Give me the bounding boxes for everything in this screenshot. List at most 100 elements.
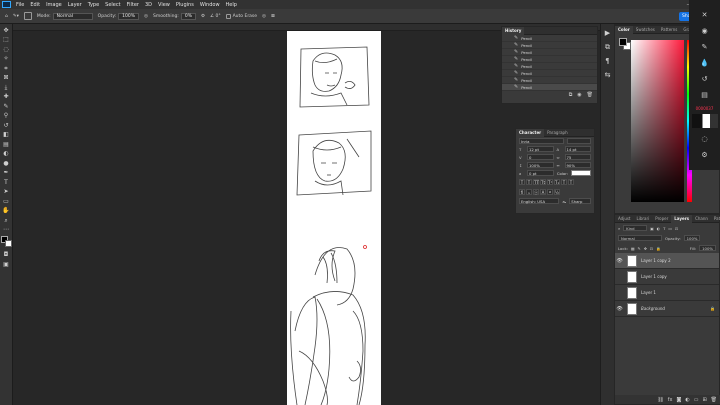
kerning-input[interactable]: 0 [527, 154, 554, 160]
filter-type-icon[interactable]: T [663, 226, 665, 231]
marquee-tool-icon[interactable]: ⬚ [2, 36, 11, 43]
crop-tool-icon[interactable]: ⌗ [2, 65, 11, 72]
language-select[interactable]: English: USA [519, 198, 560, 204]
frame-tool-icon[interactable]: ⊠ [2, 74, 11, 81]
text-color-swatch[interactable] [571, 170, 591, 176]
history-item[interactable]: ✎ Pencil [502, 70, 597, 77]
history-item[interactable]: ✎ Pencil [502, 63, 597, 70]
pencil-tool-preset-icon[interactable]: ✎▾ [13, 14, 19, 19]
settings-icon[interactable]: ⚙ [700, 150, 710, 160]
horizontal-scale-input[interactable]: 90% [564, 162, 591, 168]
brush-size-icon[interactable] [23, 12, 32, 20]
color-wheel-icon[interactable]: ◉ [700, 26, 710, 36]
layer-style-icon[interactable]: fx [668, 397, 673, 403]
new-group-icon[interactable]: ▭ [694, 397, 699, 403]
anti-alias-select[interactable]: Sharp [569, 198, 591, 204]
photoshop-logo-icon[interactable] [2, 1, 11, 8]
layer-row-layer-1-copy[interactable]: Layer 1 copy [615, 269, 719, 285]
fractions-button[interactable]: ½ [554, 189, 560, 195]
tab-paragraph[interactable]: Paragraph [544, 129, 571, 137]
tab-color[interactable]: Color [615, 25, 633, 34]
menu-type[interactable]: Type [85, 2, 102, 8]
paragraph-panel-icon[interactable]: ¶ [603, 57, 612, 66]
mode-select[interactable]: Normal [52, 12, 93, 20]
ordinals-button[interactable]: ª [547, 189, 553, 195]
faux-italic-button[interactable]: T [526, 179, 532, 185]
lock-transparent-icon[interactable]: ▦ [631, 246, 635, 251]
lock-artboard-icon[interactable]: ⊡ [650, 246, 653, 251]
kind-filter-select[interactable]: Kind [623, 225, 648, 231]
small-caps-button[interactable]: Tt [540, 179, 546, 185]
menu-edit[interactable]: Edit [27, 2, 43, 8]
tab-layers[interactable]: Layers [671, 214, 693, 223]
layers-icon[interactable]: ▤ [700, 90, 710, 100]
menu-layer[interactable]: Layer [65, 2, 85, 8]
strikethrough-button[interactable]: T [568, 179, 574, 185]
layer-row-layer-1-copy-2[interactable]: 👁 Layer 1 copy 2 [615, 253, 719, 269]
menu-image[interactable]: Image [43, 2, 65, 8]
close-panel-icon[interactable]: ✕ [700, 10, 710, 20]
filter-adjustment-icon[interactable]: ◐ [657, 226, 660, 231]
new-layer-icon[interactable]: ⊞ [702, 397, 706, 403]
tab-channels[interactable]: Chann [692, 215, 711, 223]
history-item[interactable]: ✎ Pencil [502, 77, 597, 84]
more-tools-icon[interactable]: ⋯ [2, 226, 11, 233]
filter-shape-icon[interactable]: ▭ [668, 226, 672, 231]
brush-tool-icon[interactable]: ✎ [2, 103, 11, 110]
drop-icon[interactable]: 💧 [700, 58, 710, 68]
history-item[interactable]: ✎ Pencil [502, 56, 597, 63]
symmetry-icon[interactable]: ⊠ [271, 14, 275, 19]
zoom-tool-icon[interactable]: ⌕ [2, 217, 11, 224]
screen-mode-icon[interactable]: ▣ [2, 261, 11, 268]
new-document-from-state-icon[interactable]: ⧉ [569, 92, 573, 98]
menu-plugins[interactable]: Plugins [173, 2, 197, 8]
underline-button[interactable]: T [561, 179, 567, 185]
color-foreground-swatch[interactable] [619, 38, 627, 46]
smoothing-input[interactable]: 0% [180, 12, 196, 20]
layer-opacity-input[interactable]: 100% [683, 235, 701, 241]
stylistic-alternates-button[interactable]: ⓐ [533, 189, 539, 195]
healing-brush-tool-icon[interactable]: ✚ [2, 93, 11, 100]
color-preview-swatch[interactable] [691, 114, 718, 128]
link-layers-icon[interactable]: ⛓ [657, 397, 663, 403]
quick-mask-icon[interactable]: ◘ [2, 251, 11, 258]
adjust-icon[interactable]: ⇆ [603, 71, 612, 80]
ligature-button[interactable]: ﬁ [519, 189, 525, 195]
history-icon[interactable]: ↺ [700, 74, 710, 84]
menu-select[interactable]: Select [102, 2, 123, 8]
shape-tool-icon[interactable]: ▭ [2, 198, 11, 205]
smoothing-gear-icon[interactable]: ⚙ [201, 14, 205, 19]
play-action-icon[interactable]: ▶ [603, 29, 612, 38]
document-canvas[interactable] [287, 31, 381, 405]
eyedropper-tool-icon[interactable]: ⤓ [2, 84, 11, 91]
history-item[interactable]: ✎ Pencil [502, 49, 597, 56]
history-item-selected[interactable]: ✎ Pencil [502, 84, 597, 91]
blur-tool-icon[interactable]: ◐ [2, 150, 11, 157]
blend-mode-select[interactable]: Normal [618, 235, 662, 241]
snapshot-camera-icon[interactable]: ◉ [577, 92, 581, 98]
titling-button[interactable]: A [540, 189, 546, 195]
brush-icon[interactable]: ✎ [700, 42, 710, 52]
adjustment-layer-icon[interactable]: ◐ [685, 397, 689, 403]
background-color-swatch[interactable] [4, 240, 12, 247]
magic-wand-tool-icon[interactable]: ✧ [2, 55, 11, 62]
subscript-button[interactable]: T₁ [554, 179, 560, 185]
gradient-tool-icon[interactable]: ▤ [2, 141, 11, 148]
tab-adjustments[interactable]: Adjust [615, 215, 634, 223]
path-selection-tool-icon[interactable]: ➤ [2, 188, 11, 195]
type-tool-icon[interactable]: T [2, 179, 11, 186]
swash-button[interactable]: ℴ [526, 189, 532, 195]
tab-paths[interactable]: Paths [711, 215, 720, 223]
visibility-eye-icon[interactable]: 👁 [615, 258, 624, 264]
font-size-input[interactable]: 12 pt [527, 146, 554, 152]
menu-window[interactable]: Window [197, 2, 223, 8]
history-item[interactable]: ✎ Pencil [502, 35, 597, 42]
tab-libraries[interactable]: Librari [634, 215, 653, 223]
font-style-select[interactable] [567, 138, 591, 144]
fill-input[interactable]: 100% [699, 245, 716, 251]
tab-character[interactable]: Character [516, 128, 545, 137]
delete-state-icon[interactable]: 🗑 [587, 92, 593, 98]
auto-erase-checkbox[interactable]: Auto Erase [225, 13, 257, 19]
menu-help[interactable]: Help [223, 2, 240, 8]
tab-properties[interactable]: Proper [652, 215, 671, 223]
